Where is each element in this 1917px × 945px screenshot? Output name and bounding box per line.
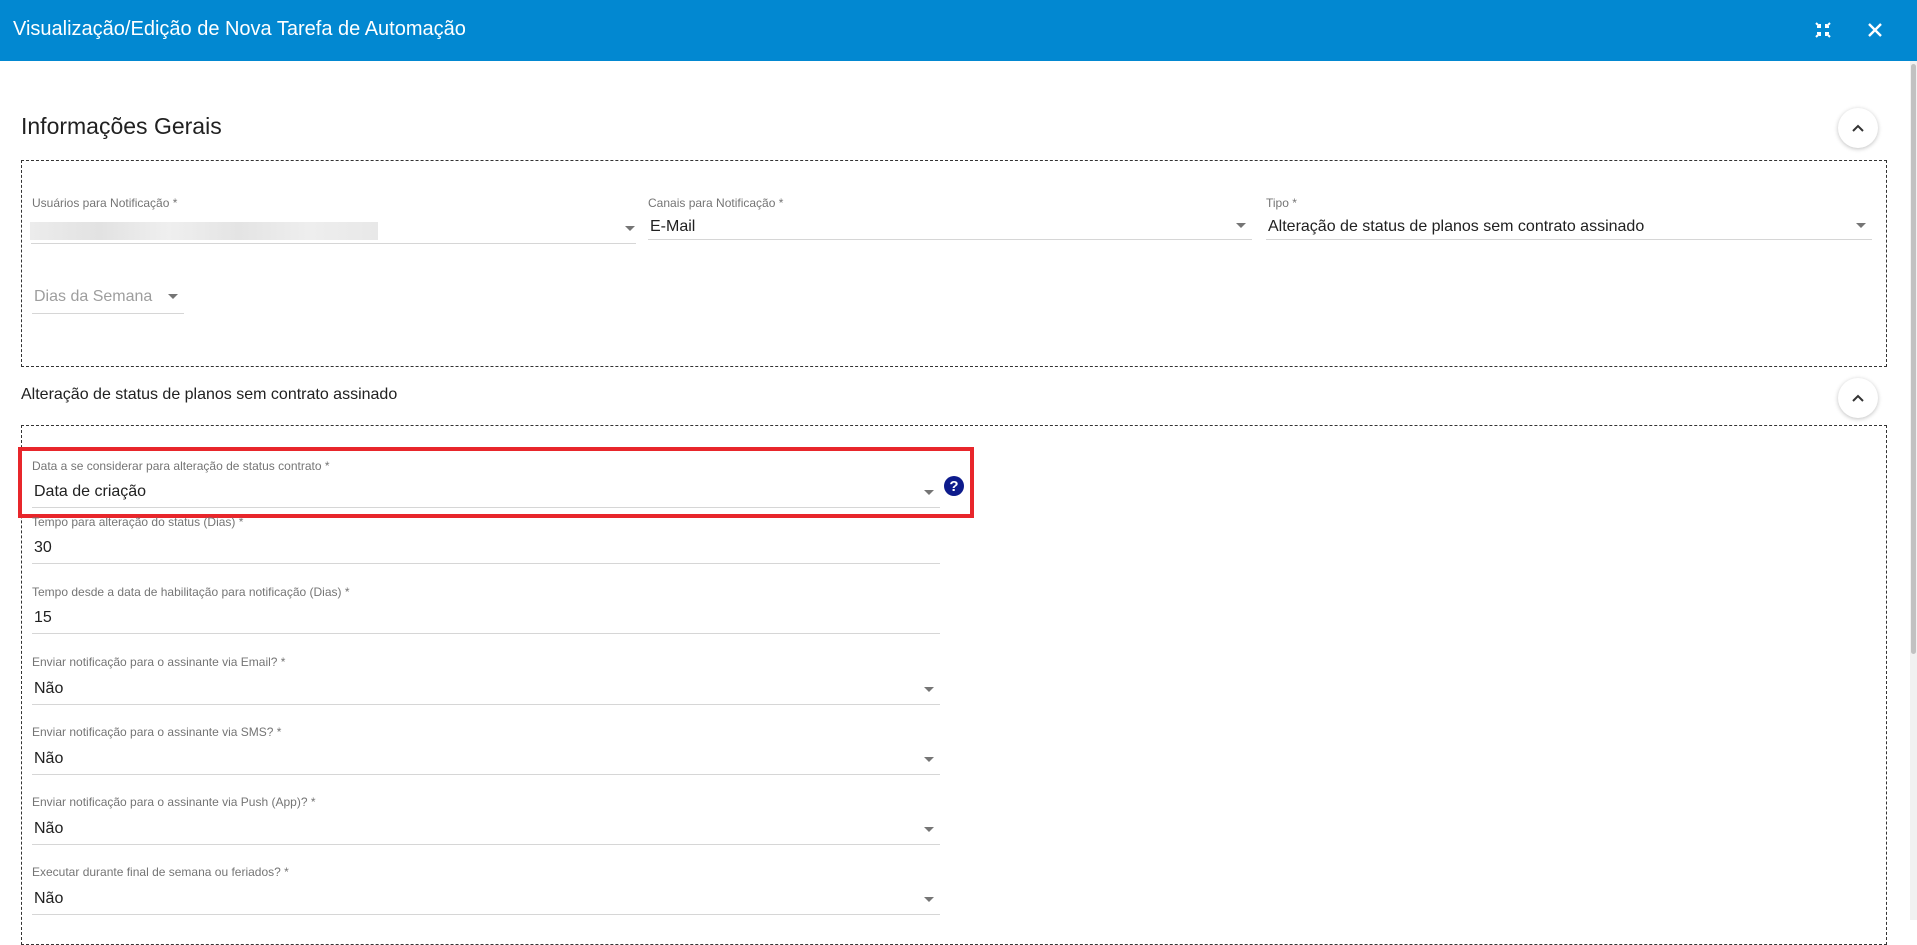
tipo-label: Tipo * xyxy=(1266,196,1297,210)
tempo-notificacao-label: Tempo desde a data de habilitação para n… xyxy=(32,585,350,599)
notificacao-sms-select[interactable]: Enviar notificação para o assinante via … xyxy=(32,725,940,775)
notificacao-email-select[interactable]: Enviar notificação para o assinante via … xyxy=(32,655,940,705)
status-section-collapse-button[interactable] xyxy=(1838,378,1878,418)
tempo-notificacao-input[interactable]: Tempo desde a data de habilitação para n… xyxy=(32,585,940,635)
chevron-down-icon xyxy=(924,757,934,762)
notificacao-sms-value: Não xyxy=(34,750,64,767)
chevron-down-icon xyxy=(1856,223,1866,228)
general-info-title: Informações Gerais xyxy=(21,113,222,139)
chevron-up-icon xyxy=(1852,124,1864,132)
tipo-value: Alteração de status de planos sem contra… xyxy=(1268,218,1645,235)
usuarios-label: Usuários para Notificação * xyxy=(32,196,178,210)
notificacao-email-label: Enviar notificação para o assinante via … xyxy=(32,655,286,669)
canais-value: E-Mail xyxy=(650,218,696,235)
executar-fim-semana-select[interactable]: Executar durante final de semana ou feri… xyxy=(32,865,940,915)
executar-fim-semana-value: Não xyxy=(34,890,64,907)
canais-label: Canais para Notificação * xyxy=(648,196,784,210)
tempo-notificacao-value: 15 xyxy=(34,609,52,626)
usuarios-value-redacted xyxy=(30,222,378,240)
scrollbar-thumb[interactable] xyxy=(1911,64,1916,654)
chevron-down-icon xyxy=(924,897,934,902)
tempo-alteracao-input[interactable]: Tempo para alteração do status (Dias) * … xyxy=(32,515,940,565)
dias-semana-placeholder: Dias da Semana xyxy=(34,288,153,305)
executar-fim-semana-label: Executar durante final de semana ou feri… xyxy=(32,865,289,879)
dialog-title: Visualização/Edição de Nova Tarefa de Au… xyxy=(13,18,466,40)
notificacao-push-value: Não xyxy=(34,820,64,837)
tempo-alteracao-label: Tempo para alteração do status (Dias) * xyxy=(32,515,244,529)
chevron-down-icon xyxy=(1236,223,1246,228)
general-info-box: Usuários para Notificação * Canais para … xyxy=(21,160,1887,367)
notificacao-push-select[interactable]: Enviar notificação para o assinante via … xyxy=(32,795,940,845)
chevron-down-icon xyxy=(168,294,178,299)
chevron-up-icon xyxy=(1852,394,1864,402)
status-section-title: Alteração de status de planos sem contra… xyxy=(21,386,398,403)
chevron-down-icon xyxy=(924,827,934,832)
chevron-down-icon xyxy=(625,226,635,231)
notificacao-push-label: Enviar notificação para o assinante via … xyxy=(32,795,316,809)
dialog-header: Visualização/Edição de Nova Tarefa de Au… xyxy=(0,0,1917,61)
tipo-select[interactable]: Tipo * Alteração de status de planos sem… xyxy=(1266,196,1872,246)
canais-select[interactable]: Canais para Notificação * E-Mail xyxy=(648,196,1252,246)
dias-semana-select[interactable]: Dias da Semana xyxy=(32,286,184,326)
chevron-down-icon xyxy=(924,687,934,692)
close-icon[interactable] xyxy=(1859,14,1891,46)
collapse-arrows-icon[interactable] xyxy=(1807,14,1839,46)
notificacao-sms-label: Enviar notificação para o assinante via … xyxy=(32,725,282,739)
highlight-box xyxy=(18,447,974,518)
notificacao-email-value: Não xyxy=(34,680,64,697)
tempo-alteracao-value: 30 xyxy=(34,539,52,556)
general-info-collapse-button[interactable] xyxy=(1838,108,1878,148)
